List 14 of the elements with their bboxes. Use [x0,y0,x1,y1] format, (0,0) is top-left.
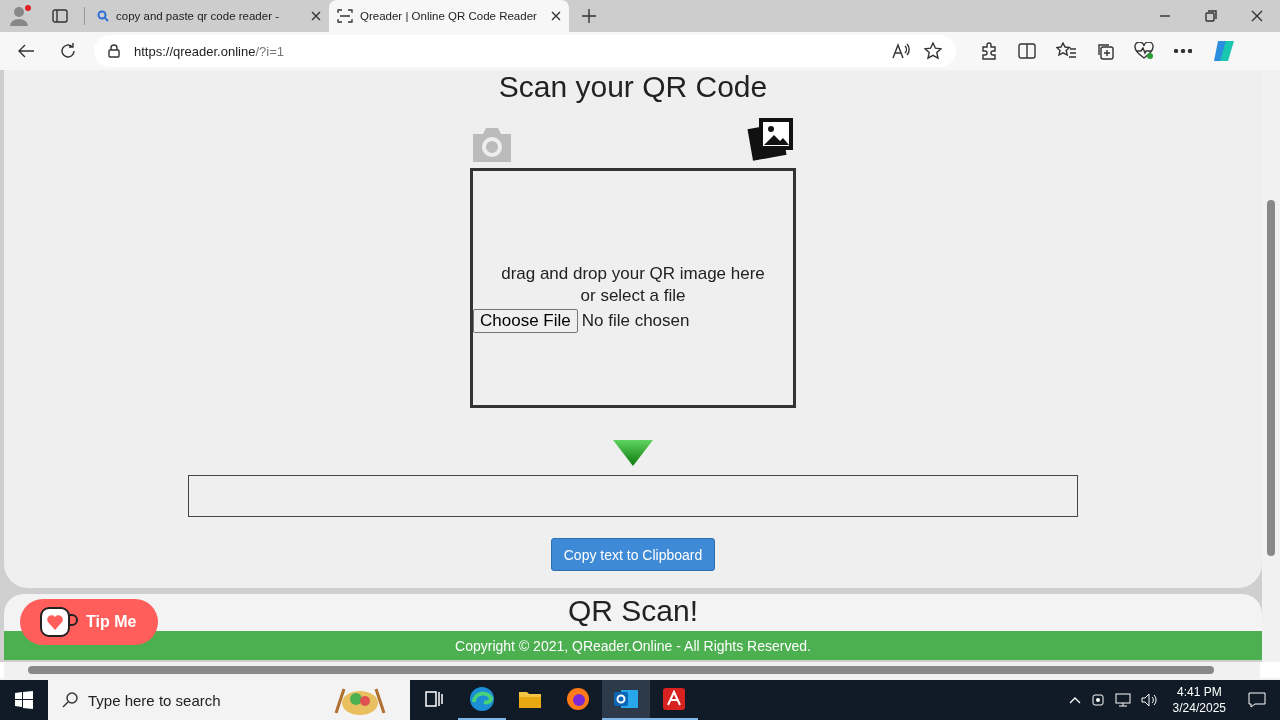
section-title: QR Scan! [567,594,699,628]
drop-zone[interactable]: drag and drop your QR image here or select a file Choose File No file chosen [470,168,796,408]
choose-file-button[interactable]: Choose File [473,309,578,333]
taskbar-search-field[interactable]: Type here to search [48,680,410,720]
browser-tab[interactable]: Qreader | Online QR Code Reader [329,0,569,32]
file-status: No file chosen [581,311,690,331]
copyright-text: Copyright © 2021, QReader.Online - All Rights Reserved. [455,637,811,654]
drop-hint: or select a file [580,285,686,307]
browser-tab[interactable]: copy and paste qr code reader - [89,0,329,32]
copy-button[interactable]: Copy text to Clipboard [550,538,716,571]
drop-hint: drag and drop your QR image here [501,263,765,285]
address-url[interactable]: https://qreader.online/?i=1 [134,43,284,59]
page-title: Scan your QR Code [498,70,768,104]
clock[interactable]: 4:41 PM 3/24/2025 [1172,684,1226,716]
